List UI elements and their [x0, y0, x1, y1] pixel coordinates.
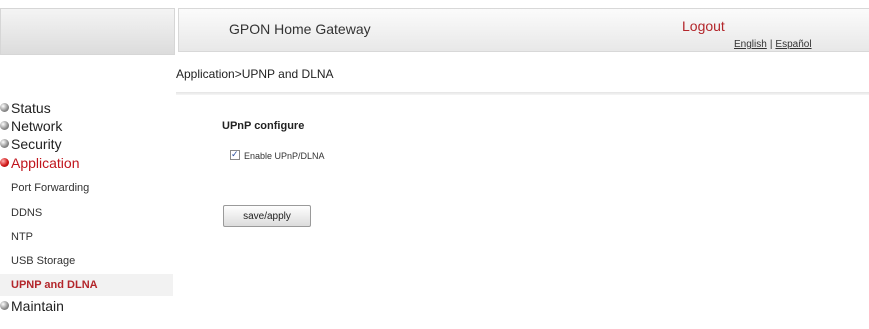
section-title: UPnP configure: [222, 120, 305, 132]
sidebar-item-security[interactable]: Security: [0, 136, 62, 152]
lang-separator: |: [769, 39, 773, 50]
logo-area: [0, 8, 175, 55]
lang-english-link[interactable]: English: [734, 39, 767, 50]
bullet-icon: [0, 158, 9, 167]
bullet-icon: [0, 103, 9, 112]
sidebar-item-label: Maintain: [11, 298, 64, 314]
enable-upnp-checkbox[interactable]: ✓: [230, 149, 240, 160]
submenu-item-upnp-dlna[interactable]: UPNP and DLNA: [0, 274, 173, 296]
sidebar-item-application[interactable]: Application: [0, 155, 80, 171]
submenu-item-ntp[interactable]: NTP: [0, 226, 173, 248]
sidebar-item-status[interactable]: Status: [0, 100, 51, 116]
bullet-icon: [0, 121, 9, 130]
enable-upnp-row: ✓ Enable UPnP/DLNA: [230, 149, 325, 161]
bullet-icon: [0, 301, 9, 310]
submenu-item-usb-storage[interactable]: USB Storage: [0, 250, 173, 272]
breadcrumb-divider: [176, 92, 869, 95]
checkmark-icon: ✓: [231, 149, 239, 159]
sidebar-item-label: Security: [11, 136, 62, 152]
sidebar-item-label: Application: [11, 155, 80, 171]
logout-link[interactable]: Logout: [682, 18, 725, 34]
submenu-item-ddns[interactable]: DDNS: [0, 202, 173, 224]
bullet-icon: [0, 139, 9, 148]
lang-spanish-link[interactable]: Español: [775, 39, 811, 50]
language-switcher: English | Español: [734, 39, 812, 50]
sidebar-item-label: Network: [11, 118, 63, 134]
sidebar-item-maintain[interactable]: Maintain: [0, 298, 64, 314]
sidebar-item-network[interactable]: Network: [0, 118, 62, 134]
breadcrumb: Application>UPNP and DLNA: [176, 67, 334, 81]
submenu-item-port-forwarding[interactable]: Port Forwarding: [0, 177, 173, 199]
header-bar: GPON Home Gateway Logout English | Español: [178, 8, 869, 52]
enable-upnp-label: Enable UPnP/DLNA: [244, 151, 325, 161]
sidebar-item-label: Status: [11, 100, 51, 116]
save-apply-button[interactable]: save/apply: [223, 205, 311, 227]
gateway-title: GPON Home Gateway: [229, 21, 371, 37]
